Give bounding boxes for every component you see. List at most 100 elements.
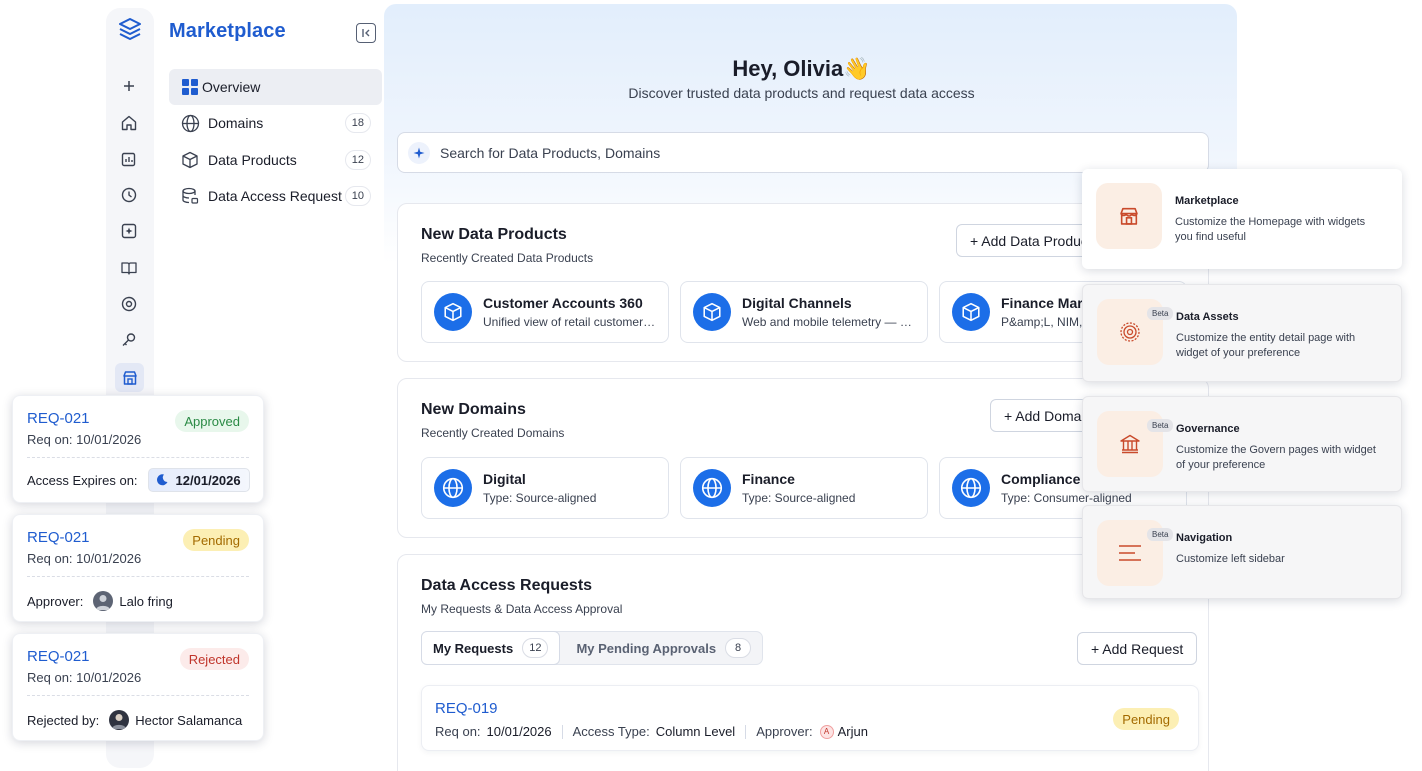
sidebar-item-label: Domains <box>208 115 264 131</box>
request-footer: Rejected by: Hector Salamanca <box>27 710 242 730</box>
request-id-link[interactable]: REQ-019 <box>435 700 498 717</box>
sparkle-icon <box>408 141 430 164</box>
floating-request-card[interactable]: REQ-021 Pending Req on: 10/01/2026 Appro… <box>12 514 264 622</box>
section-subtitle: Recently Created Data Products <box>421 251 594 265</box>
request-date: Req on: 10/01/2026 <box>27 551 142 566</box>
card-name: Digital <box>483 471 526 487</box>
panel-description: Customize the entity detail page with wi… <box>1176 332 1356 359</box>
ai-icon[interactable] <box>117 219 141 243</box>
governance-icon[interactable] <box>117 292 141 316</box>
main-content: Hey, Olivia👋 Discover trusted data produ… <box>384 4 1237 771</box>
section-subtitle: Recently Created Domains <box>421 426 565 440</box>
home-icon[interactable] <box>117 111 141 135</box>
add-icon[interactable] <box>117 74 141 98</box>
expiry-date-pill: 12/01/2026 <box>147 468 250 492</box>
card-name: Finance <box>742 471 795 487</box>
beta-badge: Beta <box>1147 307 1174 320</box>
panel-title: Governance <box>1176 423 1240 435</box>
card-description: Web and mobile telemetry — sessions <box>742 315 917 329</box>
request-row[interactable]: REQ-019 Req on: 10/01/2026 Access Type: Co… <box>421 685 1199 751</box>
tab-my-requests[interactable]: My Requests 12 <box>421 631 561 665</box>
count-badge: 10 <box>344 186 371 206</box>
request-id-link[interactable]: REQ-021 <box>27 410 90 427</box>
globe-icon <box>693 469 731 507</box>
domain-card[interactable]: Finance Type: Source-aligned <box>680 457 928 519</box>
panel-title: Navigation <box>1176 532 1233 544</box>
customize-panel-navigation[interactable]: Beta Navigation Customize left sidebar <box>1082 505 1402 599</box>
request-id-link[interactable]: REQ-021 <box>27 648 90 665</box>
tools-icon[interactable] <box>117 328 141 352</box>
customize-panel-marketplace[interactable]: Marketplace Customize the Homepage with … <box>1082 169 1402 269</box>
data-product-card[interactable]: Customer Accounts 360 Unified view of ret… <box>421 281 669 343</box>
count-badge: 12 <box>344 150 371 170</box>
section-title: New Domains <box>421 401 526 418</box>
request-meta: Req on: 10/01/2026 Access Type: Column Lev… <box>435 724 868 739</box>
panel-description: Customize left sidebar <box>1176 553 1285 565</box>
customize-panel-governance[interactable]: Beta Governance Customize the Govern pag… <box>1082 396 1402 492</box>
panel-description: Customize the Govern pages with widget o… <box>1176 444 1376 471</box>
avatar <box>109 710 130 730</box>
sidebar-title: Marketplace <box>169 20 286 42</box>
store-icon <box>1096 183 1162 249</box>
sidebar-item-label: Overview <box>202 79 261 95</box>
floating-request-card[interactable]: REQ-021 Rejected Req on: 10/01/2026 Reje… <box>12 633 264 741</box>
customize-panel-data-assets[interactable]: Beta Data Assets Customize the entity de… <box>1082 284 1402 382</box>
avatar <box>93 591 114 611</box>
count-badge: 8 <box>725 638 752 658</box>
approver-avatar: A <box>819 724 834 739</box>
request-footer: Access Expires on: 12/01/2026 <box>27 468 250 492</box>
request-id-link[interactable]: REQ-021 <box>27 529 90 546</box>
tab-my-pending-approvals[interactable]: My Pending Approvals 8 <box>560 632 762 664</box>
section-title: Data Access Requests <box>421 577 593 594</box>
add-request-button[interactable]: + Add Request <box>1077 632 1198 665</box>
moon-icon <box>156 474 168 486</box>
divider <box>27 457 249 458</box>
card-name: Customer Accounts 360 <box>483 295 643 311</box>
globe-icon <box>952 469 990 507</box>
data-product-card[interactable]: Digital Channels Web and mobile telemetry… <box>680 281 928 343</box>
request-tabs: My Requests 12 My Pending Approvals 8 <box>421 631 764 665</box>
cube-icon <box>180 150 200 170</box>
status-badge: Rejected <box>179 648 249 670</box>
panel-title: Data Assets <box>1176 311 1239 323</box>
database-lock-icon <box>180 186 200 206</box>
globe-icon <box>180 113 200 133</box>
search-placeholder: Search for Data Products, Domains <box>440 144 661 161</box>
status-badge: Approved <box>175 410 249 432</box>
request-date: Req on: 10/01/2026 <box>27 670 142 685</box>
marketplace-icon[interactable] <box>115 363 144 392</box>
divider <box>27 576 249 577</box>
glossary-icon[interactable] <box>117 256 141 280</box>
section-title: New Data Products <box>421 226 567 243</box>
panel-title: Marketplace <box>1175 195 1239 207</box>
count-badge: 18 <box>344 113 371 133</box>
globe-icon <box>434 469 472 507</box>
beta-badge: Beta <box>1147 528 1174 541</box>
floating-request-card[interactable]: REQ-021 Approved Req on: 10/01/2026 Acce… <box>12 395 264 503</box>
sidebar-item-overview[interactable]: Overview <box>169 69 382 105</box>
status-badge: Pending <box>183 529 249 551</box>
wave-emoji: 👋 <box>843 56 871 81</box>
count-badge: 12 <box>522 638 549 658</box>
sidebar-item-data-access-request[interactable]: Data Access Request 10 <box>169 178 382 214</box>
panel-description: Customize the Homepage with widgets you … <box>1175 216 1366 243</box>
search-input[interactable]: Search for Data Products, Domains <box>397 132 1209 173</box>
collapse-sidebar-button[interactable] <box>356 23 376 43</box>
card-description: Type: Source-aligned <box>742 491 856 505</box>
request-footer: Approver: Lalo fring <box>27 591 173 611</box>
greeting-heading: Hey, Olivia👋 <box>732 56 871 81</box>
app-logo-icon[interactable] <box>117 16 143 42</box>
cube-icon <box>952 293 990 331</box>
beta-badge: Beta <box>1147 419 1174 432</box>
sidebar-item-domains[interactable]: Domains 18 <box>169 105 382 141</box>
history-icon[interactable] <box>117 183 141 207</box>
card-name: Digital Channels <box>742 295 852 311</box>
request-date: Req on: 10/01/2026 <box>27 432 142 447</box>
domain-card[interactable]: Digital Type: Source-aligned <box>421 457 669 519</box>
sidebar-item-label: Data Products <box>208 152 297 168</box>
sidebar-item-data-products[interactable]: Data Products 12 <box>169 142 382 178</box>
card-description: Type: Consumer-aligned <box>1001 491 1132 505</box>
grid-icon <box>180 77 200 97</box>
insights-icon[interactable] <box>117 147 141 171</box>
divider <box>27 695 249 696</box>
